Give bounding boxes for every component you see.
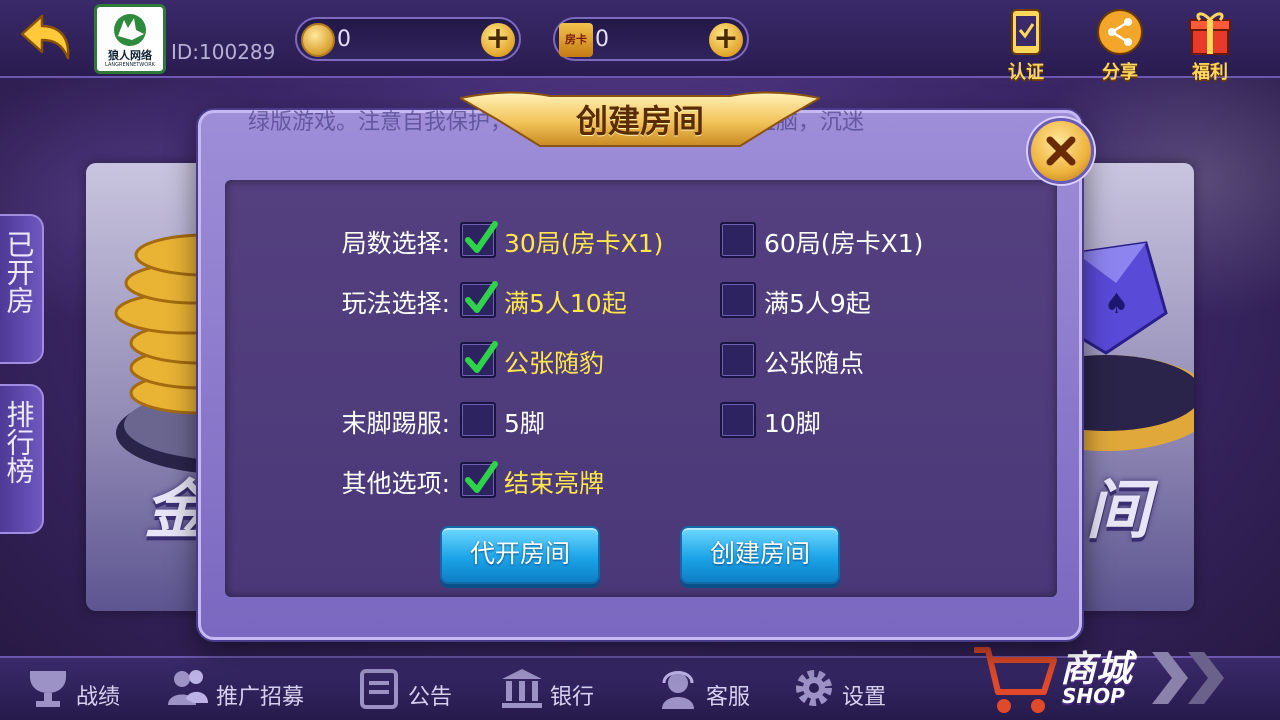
notice-icon [360, 669, 398, 709]
proxy-open-room-button[interactable]: 代开房间 [440, 526, 600, 584]
nav-settings[interactable]: 设置 [790, 662, 886, 714]
nav-bank-label: 银行 [550, 685, 595, 710]
nav-settings-label: 设置 [842, 685, 887, 710]
kick-10-label[interactable]: 10脚 [764, 404, 821, 440]
check-icon [465, 461, 498, 493]
tab-leaderboard-label: 排行榜 [2, 400, 36, 484]
friend-room-card-title: 间 [1086, 474, 1150, 548]
nav-notice-label: 公告 [408, 685, 453, 710]
tab-opened-rooms[interactable]: 已开房 [0, 214, 44, 364]
people-icon [168, 670, 208, 705]
public-points-label[interactable]: 公张随点 [764, 344, 864, 380]
check-icon [465, 281, 498, 313]
rounds-label: 局数选择: [341, 229, 450, 258]
share-icon [1097, 9, 1143, 55]
nav-bank[interactable]: 银行 [498, 662, 594, 714]
dialog-title-ribbon: 创建房间 [460, 88, 820, 154]
room-card-balance: 房卡 0 + [553, 17, 749, 61]
show-cards-checkbox[interactable] [460, 461, 498, 498]
rounds-30-label[interactable]: 30局(房卡X1) [504, 224, 663, 260]
gift-label: 福利 [1192, 62, 1228, 83]
shop-label-en: SHOP [1062, 684, 1125, 708]
public-points-checkbox[interactable] [720, 342, 756, 378]
show-cards-label[interactable]: 结束亮牌 [504, 464, 604, 500]
coin-value: 0 [337, 27, 351, 52]
user-id: ID:100289 [171, 40, 276, 64]
verify-label: 认证 [1008, 62, 1044, 83]
gift-button[interactable]: 福利 [1178, 8, 1242, 83]
rounds-60-label[interactable]: 60局(房卡X1) [764, 224, 923, 260]
gift-icon [1189, 12, 1231, 55]
gear-icon [796, 670, 832, 706]
nav-records[interactable]: 战绩 [24, 662, 120, 714]
room-card-icon: 房卡 [559, 23, 593, 57]
verify-button[interactable]: 认证 [994, 8, 1058, 83]
nav-promote[interactable]: 推广招募 [164, 662, 304, 714]
last-kick-label: 末脚踢服: [341, 409, 450, 438]
check-icon [465, 221, 498, 253]
add-room-cards-button[interactable]: + [709, 23, 743, 57]
logo-text: 狼人网络 [108, 49, 152, 62]
headset-icon [662, 671, 694, 709]
rounds-30-checkbox[interactable] [460, 221, 498, 258]
avatar[interactable]: 狼人网络 LANGRENNETWORK [94, 4, 166, 74]
shop-button[interactable]: 商城 SHOP [968, 632, 1268, 720]
trophy-icon [30, 671, 66, 707]
close-icon [1046, 136, 1076, 166]
dialog-title: 创建房间 [575, 102, 704, 140]
nav-notice[interactable]: 公告 [356, 662, 452, 714]
logo-subtext: LANGRENNETWORK [105, 62, 155, 68]
mode-9-label[interactable]: 满5人9起 [764, 284, 871, 320]
mode-10-label[interactable]: 满5人10起 [504, 284, 627, 320]
nav-records-label: 战绩 [76, 685, 121, 710]
chevrons-icon [1152, 652, 1224, 704]
check-icon [465, 341, 498, 373]
rounds-60-checkbox[interactable] [720, 222, 756, 258]
nav-service-label: 客服 [706, 685, 751, 710]
kick-5-label[interactable]: 5脚 [504, 404, 545, 440]
cart-icon [974, 647, 1057, 713]
back-arrow-icon[interactable] [18, 12, 72, 62]
wolf-logo-icon [114, 14, 146, 46]
coin-icon [301, 23, 335, 57]
public-leopard-checkbox[interactable] [460, 341, 498, 378]
kick-5-checkbox[interactable] [460, 402, 496, 438]
create-room-dialog [198, 110, 1082, 640]
tab-opened-rooms-label: 已开房 [2, 230, 36, 314]
other-options-label: 其他选项: [341, 469, 450, 498]
bank-icon [502, 669, 542, 708]
nav-service[interactable]: 客服 [654, 662, 750, 714]
coin-balance: 0 + [295, 17, 521, 61]
mode-10-checkbox[interactable] [460, 281, 498, 318]
close-button[interactable] [1028, 118, 1094, 184]
room-card-value: 0 [595, 27, 609, 52]
nav-promote-label: 推广招募 [216, 685, 305, 710]
mode-label: 玩法选择: [341, 289, 450, 318]
kick-10-checkbox[interactable] [720, 402, 756, 438]
verify-icon [1011, 9, 1041, 55]
add-coins-button[interactable]: + [481, 23, 515, 57]
share-label: 分享 [1102, 62, 1138, 83]
share-button[interactable]: 分享 [1088, 8, 1152, 83]
tab-leaderboard[interactable]: 排行榜 [0, 384, 44, 534]
svg-text:♠: ♠ [1104, 287, 1129, 320]
create-room-button[interactable]: 创建房间 [680, 526, 840, 584]
mode-9-checkbox[interactable] [720, 282, 756, 318]
public-leopard-label[interactable]: 公张随豹 [504, 344, 604, 380]
